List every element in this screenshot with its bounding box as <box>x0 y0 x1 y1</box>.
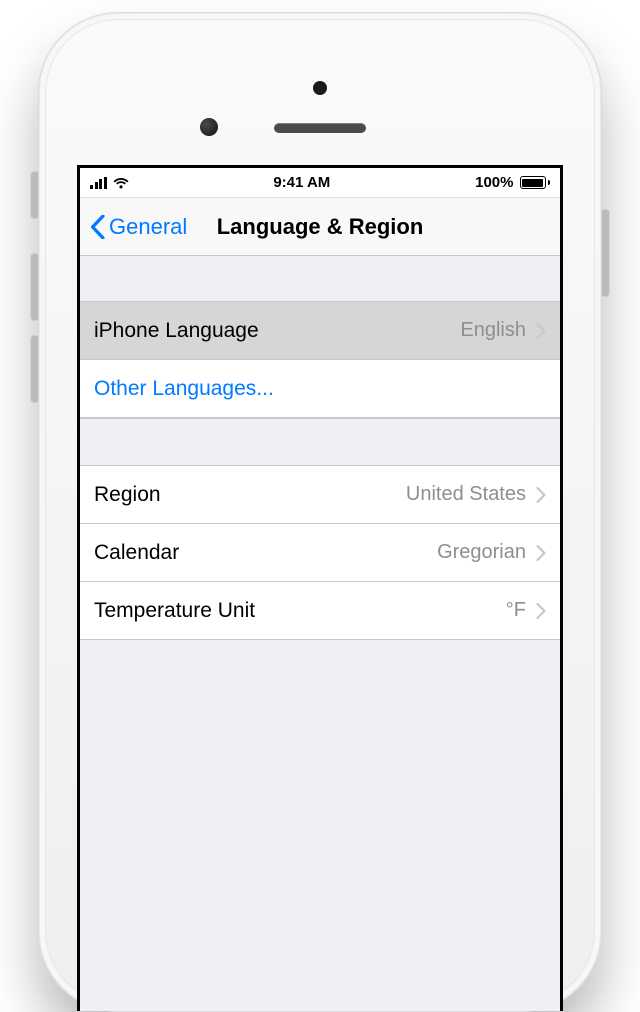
cellular-signal-icon <box>90 177 107 189</box>
phone-frame: 9:41 AM 100% General Language & Region <box>38 12 602 1012</box>
battery-percentage: 100% <box>475 174 513 191</box>
section-spacer <box>80 256 560 302</box>
section-gap <box>80 418 560 466</box>
wifi-icon <box>113 177 129 189</box>
status-time: 9:41 AM <box>273 174 330 191</box>
camera-dot <box>313 81 327 95</box>
other-languages-row[interactable]: Other Languages... <box>80 360 560 418</box>
back-button[interactable]: General <box>90 214 187 240</box>
row-label: Temperature Unit <box>94 599 255 623</box>
chevron-right-icon <box>536 323 546 339</box>
proximity-sensor <box>200 118 218 136</box>
row-label: Calendar <box>94 541 179 565</box>
status-bar: 9:41 AM 100% <box>80 168 560 198</box>
back-label: General <box>109 214 187 240</box>
row-label: Region <box>94 483 161 507</box>
temperature-unit-row[interactable]: Temperature Unit °F <box>80 582 560 640</box>
row-value: °F <box>506 599 526 622</box>
chevron-left-icon <box>90 215 105 239</box>
row-value: United States <box>406 483 526 506</box>
calendar-row[interactable]: Calendar Gregorian <box>80 524 560 582</box>
row-value: Gregorian <box>437 541 526 564</box>
region-row[interactable]: Region United States <box>80 466 560 524</box>
speaker-slot <box>274 123 366 133</box>
chevron-right-icon <box>536 545 546 561</box>
chevron-right-icon <box>536 603 546 619</box>
battery-icon <box>520 176 551 189</box>
row-label: iPhone Language <box>94 319 259 343</box>
iphone-language-row[interactable]: iPhone Language English <box>80 302 560 360</box>
chevron-right-icon <box>536 487 546 503</box>
nav-bar: General Language & Region <box>80 198 560 256</box>
row-value: English <box>460 319 526 342</box>
power-button <box>601 210 609 296</box>
screen: 9:41 AM 100% General Language & Region <box>77 165 563 1011</box>
row-label: Other Languages... <box>94 377 274 401</box>
